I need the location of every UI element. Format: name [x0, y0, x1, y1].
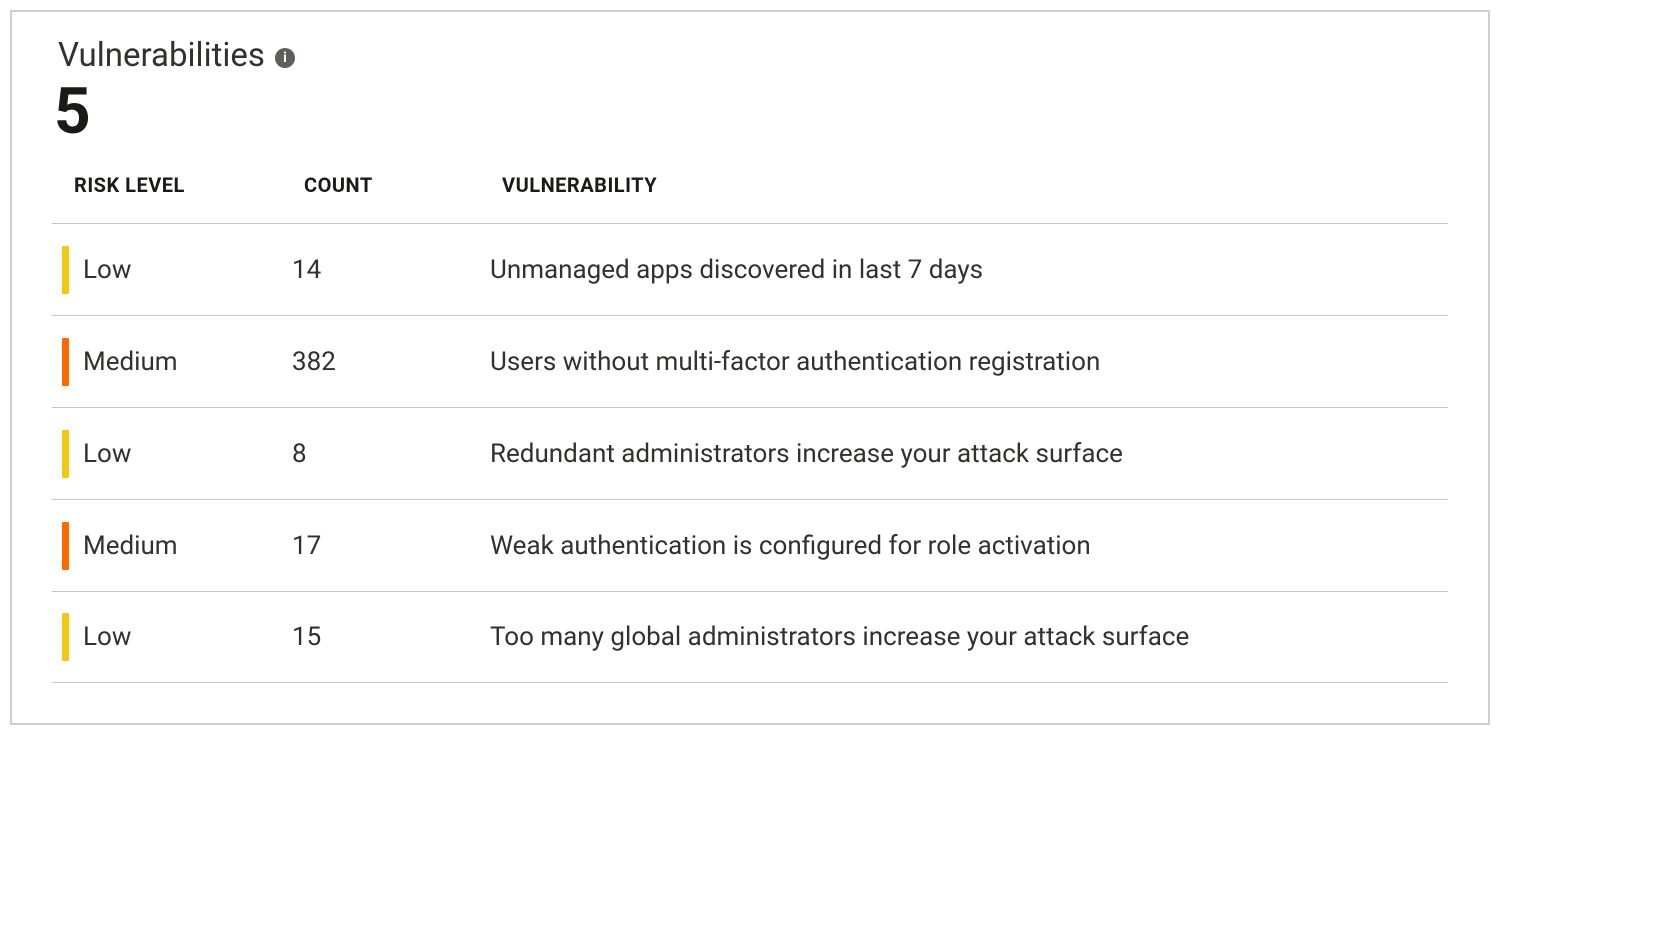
risk-level-label: Medium	[83, 531, 178, 561]
vulnerability-description: Unmanaged apps discovered in last 7 days	[490, 255, 1448, 285]
risk-level-cell: Medium	[62, 338, 292, 386]
risk-level-label: Low	[83, 439, 131, 469]
risk-indicator-icon	[62, 613, 69, 661]
risk-indicator-icon	[62, 430, 69, 478]
vulnerability-description: Weak authentication is configured for ro…	[490, 531, 1448, 561]
table-header-row: RISK LEVEL COUNT VULNERABILITY	[52, 173, 1448, 223]
info-icon[interactable]: i	[275, 48, 295, 68]
risk-level-label: Low	[83, 255, 131, 285]
table-row[interactable]: Low 14 Unmanaged apps discovered in last…	[52, 223, 1448, 315]
column-header-vulnerability[interactable]: VULNERABILITY	[502, 173, 1448, 197]
risk-indicator-icon	[62, 522, 69, 570]
tile-title: Vulnerabilities	[58, 36, 265, 75]
column-header-risk-level[interactable]: RISK LEVEL	[74, 173, 304, 197]
count-value: 14	[292, 255, 490, 285]
risk-level-cell: Low	[62, 613, 292, 661]
risk-level-label: Medium	[83, 347, 178, 377]
vulnerabilities-tile: Vulnerabilities i 5 RISK LEVEL COUNT VUL…	[10, 10, 1490, 725]
risk-level-label: Low	[83, 622, 131, 652]
count-value: 382	[292, 347, 490, 377]
tile-header: Vulnerabilities i	[52, 36, 1448, 75]
vulnerability-description: Users without multi-factor authenticatio…	[490, 347, 1448, 377]
tile-total-count: 5	[52, 77, 1448, 147]
column-header-count[interactable]: COUNT	[304, 173, 502, 197]
table-row[interactable]: Low 15 Too many global administrators in…	[52, 591, 1448, 683]
risk-level-cell: Low	[62, 430, 292, 478]
table-row[interactable]: Medium 382 Users without multi-factor au…	[52, 315, 1448, 407]
risk-level-cell: Low	[62, 246, 292, 294]
risk-indicator-icon	[62, 246, 69, 294]
vulnerability-description: Too many global administrators increase …	[490, 622, 1448, 652]
count-value: 15	[292, 622, 490, 652]
vulnerability-description: Redundant administrators increase your a…	[490, 439, 1448, 469]
count-value: 17	[292, 531, 490, 561]
table-row[interactable]: Low 8 Redundant administrators increase …	[52, 407, 1448, 499]
count-value: 8	[292, 439, 490, 469]
table-row[interactable]: Medium 17 Weak authentication is configu…	[52, 499, 1448, 591]
risk-level-cell: Medium	[62, 522, 292, 570]
vulnerabilities-table: RISK LEVEL COUNT VULNERABILITY Low 14 Un…	[52, 173, 1448, 683]
risk-indicator-icon	[62, 338, 69, 386]
